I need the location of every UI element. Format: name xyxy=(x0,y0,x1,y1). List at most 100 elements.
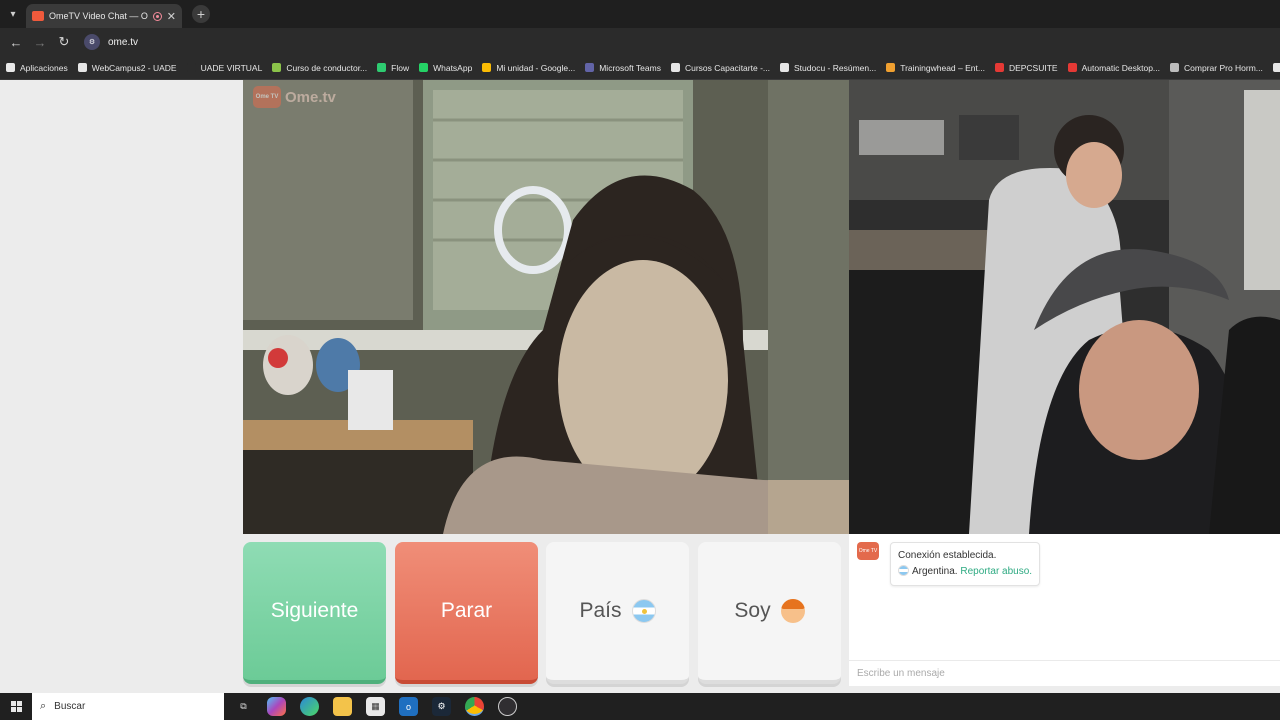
tab-search-chevron-icon[interactable]: ▾ xyxy=(0,0,26,28)
search-icon: ⌕ xyxy=(40,700,47,712)
bookmark-item[interactable]: UADE VIRTUAL xyxy=(186,62,263,73)
bookmark-item[interactable]: m xyxy=(1272,63,1280,73)
bookmark-item[interactable]: Automatic Desktop... xyxy=(1067,62,1161,73)
ometv-chat-icon: Ome TV xyxy=(857,542,879,560)
bookmark-label: Curso de conductor... xyxy=(286,62,368,73)
bookmark-label: Mi unidad - Google... xyxy=(496,62,576,73)
ometv-logo: Ome TV Ome.tv xyxy=(253,86,336,108)
stop-button[interactable]: Parar xyxy=(395,542,538,684)
task-view-icon[interactable]: ⧉ xyxy=(234,697,253,716)
tab-ometv[interactable]: OmeTV Video Chat — Ome ✕ xyxy=(26,4,182,28)
bookmark-item[interactable]: Flow xyxy=(377,63,409,73)
boy-avatar-icon xyxy=(780,599,805,623)
bookmark-label: Studocu - Resúmen... xyxy=(793,62,877,73)
bookmark-favicon-icon xyxy=(186,63,196,72)
message-input[interactable]: Escribe un mensaje xyxy=(849,660,1280,686)
back-arrow-icon[interactable]: ← xyxy=(4,30,28,54)
bookmark-label: Flow xyxy=(391,62,410,73)
country-button[interactable]: País xyxy=(546,542,689,684)
argentina-flag-icon xyxy=(631,599,656,623)
new-tab-button[interactable]: + xyxy=(192,5,210,23)
control-buttons: Siguiente Parar País Soy xyxy=(243,542,841,684)
bookmark-item[interactable]: WebCampus2 - UADE xyxy=(77,62,177,73)
remote-video-frame xyxy=(243,80,849,534)
bookmark-label: WhatsApp xyxy=(433,62,473,73)
bookmark-item[interactable]: Microsoft Teams xyxy=(585,63,661,73)
start-button[interactable] xyxy=(0,693,32,720)
bookmark-favicon-icon xyxy=(670,63,680,72)
forward-arrow-icon[interactable]: → xyxy=(28,30,52,54)
edge-icon[interactable] xyxy=(300,697,319,716)
bookmark-item[interactable]: Trainingwhead – Ent... xyxy=(886,63,985,73)
bookmark-item[interactable]: Comprar Pro Horm... xyxy=(1170,63,1263,73)
system-message: Conexión establecida. Argentina. Reporta… xyxy=(890,542,1041,586)
bookmark-label: UADE VIRTUAL xyxy=(200,62,263,73)
taskbar-search[interactable]: ⌕ Buscar xyxy=(32,693,224,720)
site-info-icon[interactable]: ⚙ xyxy=(84,34,100,50)
bookmark-favicon-icon xyxy=(77,63,87,72)
next-button[interactable]: Siguiente xyxy=(243,542,386,684)
bookmark-favicon-icon xyxy=(779,63,789,72)
bookmark-item[interactable]: Aplicaciones xyxy=(6,63,68,73)
bookmark-label: Trainingwhead – Ent... xyxy=(900,62,985,73)
bookmark-item[interactable]: Cursos Capacitarte -... xyxy=(670,62,770,73)
bookmark-label: WebCampus2 - UADE xyxy=(91,62,177,73)
bookmark-item[interactable]: Curso de conductor... xyxy=(272,63,367,73)
bookmark-favicon-icon xyxy=(886,63,896,72)
obs-icon[interactable] xyxy=(498,697,517,716)
gender-button[interactable]: Soy xyxy=(698,542,841,684)
ometv-page: Ome TV Ome.tv Siguiente Parar País Soy O… xyxy=(0,80,1280,693)
bookmark-item[interactable]: Mi unidad - Google... xyxy=(482,63,575,73)
bookmark-label: Comprar Pro Horm... xyxy=(1184,62,1263,73)
store-icon[interactable]: ▦ xyxy=(366,697,385,716)
bookmark-label: Microsoft Teams xyxy=(599,62,661,73)
browser-toolbar: ← → ↻ ⚙ ome.tv xyxy=(0,28,1280,56)
tab-strip: ▾ OmeTV Video Chat — Ome ✕ + xyxy=(0,0,1280,28)
bookmark-favicon-icon xyxy=(482,63,492,72)
address-bar[interactable]: ⚙ ome.tv xyxy=(84,34,138,50)
bookmark-item[interactable]: DEPCSUITE xyxy=(994,62,1058,73)
url-text[interactable]: ome.tv xyxy=(108,37,138,48)
ometv-logo-text: Ome.tv xyxy=(285,88,336,106)
bookmark-favicon-icon xyxy=(1067,63,1077,72)
report-abuse-link[interactable]: Reportar abuso. xyxy=(960,566,1032,577)
partner-country-line: Argentina. Reportar abuso. xyxy=(898,564,1032,580)
file-explorer-icon[interactable] xyxy=(333,697,352,716)
bookmark-label: Cursos Capacitarte -... xyxy=(684,62,770,73)
argentina-flag-icon xyxy=(898,565,909,576)
bookmark-favicon-icon xyxy=(419,63,429,72)
bookmark-label: Automatic Desktop... xyxy=(1081,62,1161,73)
bookmark-label: Aplicaciones xyxy=(20,62,68,73)
copilot-icon[interactable] xyxy=(267,697,286,716)
outlook-icon[interactable]: o xyxy=(399,697,418,716)
chat-panel: Ome TV Conexión establecida. Argentina. … xyxy=(849,534,1280,686)
bookmark-favicon-icon xyxy=(377,63,387,72)
search-placeholder: Buscar xyxy=(54,701,86,712)
connection-status-text: Conexión establecida. xyxy=(898,550,997,561)
bookmark-label: DEPCSUITE xyxy=(1008,62,1058,73)
bookmark-favicon-icon xyxy=(1272,63,1280,72)
local-video xyxy=(849,80,1280,534)
reload-icon[interactable]: ↻ xyxy=(52,30,76,54)
gender-button-label: Soy xyxy=(734,599,771,622)
windows-taskbar: ⌕ Buscar ⧉ ▦ o ⚙ xyxy=(0,693,1280,720)
local-video-frame xyxy=(849,80,1280,534)
bookmark-item[interactable]: Studocu - Resúmen... xyxy=(779,62,877,73)
bookmark-favicon-icon xyxy=(585,63,595,72)
recording-indicator-icon xyxy=(152,11,162,21)
stop-button-label: Parar xyxy=(440,599,493,622)
bookmark-favicon-icon xyxy=(1170,63,1180,72)
country-button-label: País xyxy=(579,599,622,622)
bookmark-item[interactable]: WhatsApp xyxy=(419,63,472,73)
partner-country-text: Argentina. xyxy=(912,566,958,577)
windows-logo-icon xyxy=(10,701,22,712)
tab-title: OmeTV Video Chat — Ome xyxy=(49,11,148,21)
chrome-icon[interactable] xyxy=(465,697,484,716)
bookmark-favicon-icon xyxy=(994,63,1004,72)
bookmarks-bar: Aplicaciones WebCampus2 - UADE UADE VIRTUA… xyxy=(0,56,1280,80)
steam-icon[interactable]: ⚙ xyxy=(432,697,451,716)
taskbar-apps: ⧉ ▦ o ⚙ xyxy=(234,697,517,716)
bookmark-favicon-icon xyxy=(6,63,15,72)
ometv-favicon-icon xyxy=(32,11,44,21)
close-tab-icon[interactable]: ✕ xyxy=(167,10,176,23)
